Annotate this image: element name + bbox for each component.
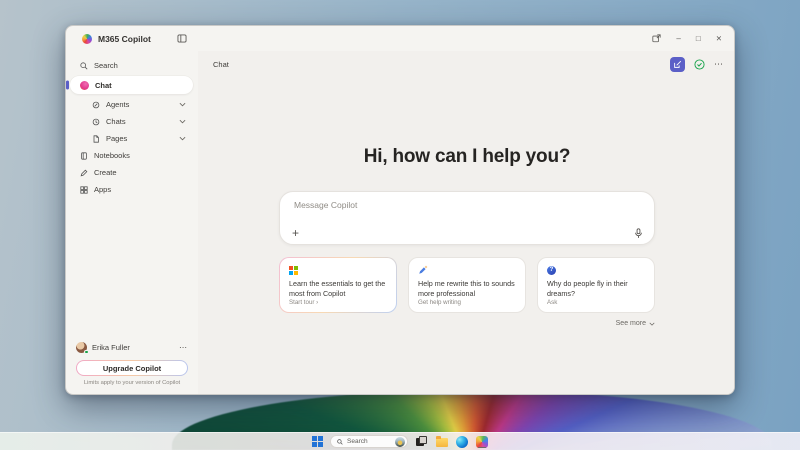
- copilot-logo-icon: [82, 34, 92, 44]
- question-circle-icon: ?: [547, 266, 556, 275]
- see-more-label: See more: [616, 320, 646, 327]
- microphone-button[interactable]: [634, 228, 643, 239]
- task-view-button[interactable]: [415, 435, 428, 448]
- attach-plus-button[interactable]: +: [292, 227, 299, 239]
- maximize-button[interactable]: □: [696, 35, 701, 43]
- sidebar-item-label: Pages: [106, 134, 127, 143]
- sidebar-item-notebooks[interactable]: Notebooks: [66, 147, 198, 164]
- presence-available-icon: [84, 350, 89, 355]
- sidebar-item-apps[interactable]: Apps: [66, 181, 198, 198]
- notebook-icon: [80, 152, 88, 160]
- minimize-button[interactable]: –: [676, 35, 680, 43]
- close-button[interactable]: ✕: [716, 35, 722, 43]
- active-app-indicator: [478, 447, 486, 449]
- new-chat-button[interactable]: [670, 57, 685, 72]
- account-button[interactable]: Erika Fuller ⋯: [66, 338, 198, 356]
- account-more-button[interactable]: ⋯: [179, 343, 188, 352]
- chevron-down-icon: [179, 136, 186, 141]
- chevron-down-icon: [649, 322, 655, 326]
- sidebar-item-agents[interactable]: Agents: [66, 96, 198, 113]
- suggestion-card-dreams[interactable]: ? Why do people fly in their dreams? Ask: [537, 257, 655, 313]
- m365-copilot-icon: [476, 436, 488, 448]
- card-action[interactable]: Ask: [547, 299, 645, 306]
- sidebar-item-label: Notebooks: [94, 151, 130, 160]
- suggestion-card-tour[interactable]: Learn the essentials to get the most fro…: [279, 257, 397, 313]
- sidebar-item-label: Agents: [106, 100, 129, 109]
- folder-icon: [436, 438, 448, 447]
- share-window-button[interactable]: [652, 34, 661, 43]
- sidebar-item-label: Chat: [95, 81, 112, 90]
- apps-grid-icon: [80, 186, 88, 194]
- search-icon: [337, 439, 343, 445]
- titlebar: M365 Copilot – □ ✕: [66, 26, 734, 51]
- sidebar-toggle-icon: [177, 34, 187, 43]
- see-more-button[interactable]: See more: [616, 320, 655, 327]
- agents-icon: [92, 101, 100, 109]
- compose-icon: [673, 60, 682, 69]
- message-composer[interactable]: +: [279, 191, 655, 245]
- sidebar-item-label: Chats: [106, 117, 126, 126]
- file-explorer-button[interactable]: [435, 435, 448, 448]
- ms-grid-icon: [289, 266, 298, 275]
- selected-accent-bar: [66, 81, 69, 90]
- protected-shield-icon[interactable]: [694, 59, 705, 70]
- sidebar-item-label: Create: [94, 168, 117, 177]
- create-pen-icon: [80, 169, 88, 177]
- avatar: [76, 342, 87, 353]
- sidebar-item-search[interactable]: Search: [66, 57, 198, 74]
- main-panel: Chat ⋯: [198, 51, 734, 394]
- sidebar-item-chats[interactable]: Chats: [66, 113, 198, 130]
- start-button[interactable]: [312, 436, 323, 447]
- edge-button[interactable]: [455, 435, 468, 448]
- sidebar-item-pages[interactable]: Pages: [66, 130, 198, 147]
- chevron-down-icon: [179, 119, 186, 124]
- pages-icon: [92, 135, 100, 143]
- open-new-window-icon: [652, 34, 661, 43]
- account-name: Erika Fuller: [92, 343, 130, 352]
- m365-copilot-window: M365 Copilot – □ ✕: [65, 25, 735, 395]
- taskbar-search[interactable]: [330, 435, 408, 448]
- card-text: Why do people fly in their dreams?: [547, 279, 645, 298]
- window-title: M365 Copilot: [98, 34, 151, 44]
- taskbar: [0, 432, 800, 450]
- card-action[interactable]: Get help writing: [418, 299, 516, 306]
- chevron-down-icon: [179, 102, 186, 107]
- message-input[interactable]: [294, 200, 640, 210]
- edge-icon: [456, 436, 468, 448]
- sidebar-item-label: Apps: [94, 185, 111, 194]
- card-text: Help me rewrite this to sounds more prof…: [418, 279, 516, 298]
- card-action[interactable]: Start tour ›: [289, 299, 387, 306]
- microphone-icon: [634, 228, 643, 239]
- sidebar-toggle-button[interactable]: [177, 34, 187, 43]
- chat-more-button[interactable]: ⋯: [714, 59, 723, 70]
- search-icon: [80, 62, 88, 70]
- chat-history-icon: [92, 118, 100, 126]
- suggestion-cards: Learn the essentials to get the most fro…: [279, 257, 655, 313]
- card-text: Learn the essentials to get the most fro…: [289, 279, 387, 298]
- sidebar-item-create[interactable]: Create: [66, 164, 198, 181]
- suggestion-card-rewrite[interactable]: Help me rewrite this to sounds more prof…: [408, 257, 526, 313]
- sidebar: Search Chat Agents: [66, 51, 198, 394]
- upgrade-copilot-button[interactable]: Upgrade Copilot: [76, 360, 188, 376]
- search-highlight-icon[interactable]: [395, 437, 405, 447]
- limits-note: Limits apply to your version of Copilot: [66, 380, 198, 386]
- greeting-heading: Hi, how can I help you?: [279, 146, 655, 168]
- page-title: Chat: [213, 60, 229, 69]
- pen-sparkle-icon: [418, 265, 428, 275]
- taskbar-search-input[interactable]: [347, 438, 391, 445]
- copilot-app-button[interactable]: [475, 435, 488, 448]
- copilot-chat-icon: [80, 81, 89, 90]
- sidebar-item-label: Search: [94, 61, 118, 70]
- sidebar-item-chat[interactable]: Chat: [70, 76, 193, 94]
